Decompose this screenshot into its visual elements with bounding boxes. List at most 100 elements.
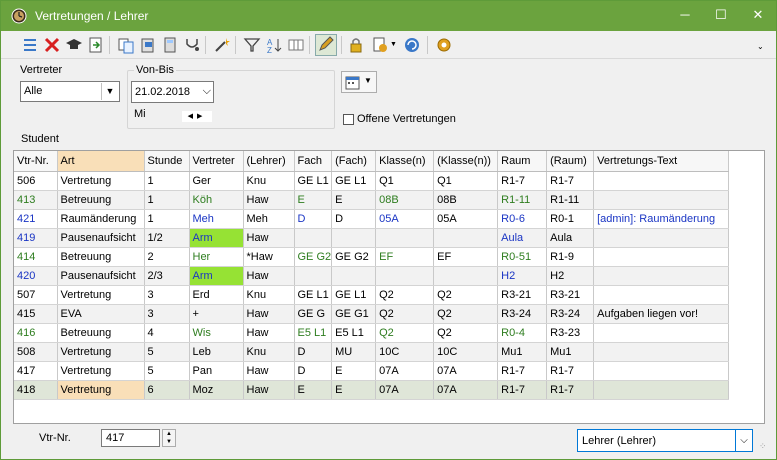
table-cell-raum[interactable]: H2 [497, 266, 548, 286]
date-nav-arrows[interactable]: ◀▶ [182, 111, 212, 122]
table-cell-vertreter[interactable]: Leb [189, 342, 244, 362]
table-cell-text[interactable] [593, 266, 730, 286]
table-cell-raum2[interactable]: Mu1 [546, 342, 595, 362]
table-cell-vertreter[interactable]: Köh [189, 190, 244, 210]
offene-vertretungen-checkbox[interactable] [343, 114, 354, 125]
table-cell-raum[interactable]: R0-51 [497, 247, 548, 267]
table-cell-stunde[interactable]: 1/2 [144, 228, 190, 248]
table-cell-stunde[interactable]: 3 [144, 285, 190, 305]
table-cell-klasse2[interactable]: 05A [433, 209, 499, 229]
table-cell-raum[interactable]: R1-7 [497, 361, 548, 381]
table-cell-klasse2[interactable]: 07A [433, 380, 499, 400]
column-header[interactable]: Klasse(n) [375, 151, 435, 172]
table-cell-vertreter[interactable]: Arm [189, 228, 244, 248]
table-cell-nr[interactable]: 508 [14, 342, 58, 362]
table-cell-fach2[interactable] [331, 228, 377, 248]
table-cell-stunde[interactable]: 2/3 [144, 266, 190, 286]
table-cell-lehrer[interactable]: Haw [243, 323, 295, 343]
table-cell-klasse2[interactable]: 10C [433, 342, 499, 362]
table-cell-vertreter[interactable]: Her [189, 247, 244, 267]
table-cell-stunde[interactable]: 1 [144, 190, 190, 210]
table-cell-vertreter[interactable]: Ger [189, 171, 244, 191]
table-cell-text[interactable] [593, 361, 730, 381]
close-button[interactable]: ✕ [740, 1, 776, 31]
table-cell-text[interactable]: Aufgaben liegen vor! [593, 304, 730, 324]
table-cell-fach2[interactable]: E [331, 190, 377, 210]
column-header[interactable]: (Klasse(n)) [433, 151, 499, 172]
table-row[interactable]: 419 Pausenaufsicht 1/2 Arm Haw Aula Aula [14, 228, 730, 248]
table-cell-fach2[interactable]: GE G2 [331, 247, 377, 267]
table-cell-lehrer[interactable]: Haw [243, 190, 295, 210]
table-cell-fach[interactable]: D [294, 361, 333, 381]
columns-icon[interactable] [287, 36, 305, 54]
chevron-down-icon[interactable]: ▼ [101, 83, 118, 100]
table-cell-raum2[interactable]: H2 [546, 266, 595, 286]
table-cell-text[interactable] [593, 171, 730, 191]
column-header[interactable]: Vtr-Nr. [14, 151, 58, 172]
table-cell-vertreter[interactable]: Moz [189, 380, 244, 400]
table-cell-raum2[interactable]: Aula [546, 228, 595, 248]
list-view-icon[interactable] [21, 36, 39, 54]
magic-wand-icon[interactable] [213, 36, 231, 54]
table-cell-vertreter[interactable]: Arm [189, 266, 244, 286]
table-cell-text[interactable] [593, 323, 730, 343]
table-cell-klasse2[interactable]: Q2 [433, 304, 499, 324]
copy-icon[interactable] [117, 36, 135, 54]
table-cell-fach2[interactable]: E5 L1 [331, 323, 377, 343]
table-cell-klasse2[interactable] [433, 266, 499, 286]
table-row[interactable]: 418 Vertretung 6 Moz Haw E E 07A 07A R1-7 R1-7 [14, 380, 730, 400]
date-picker[interactable]: 21.02.2018 ⌵ [131, 81, 214, 103]
delete-icon[interactable] [43, 36, 61, 54]
maximize-button[interactable]: ☐ [703, 1, 739, 31]
table-cell-raum[interactable]: R0-4 [497, 323, 548, 343]
table-cell-raum2[interactable]: R0-1 [546, 209, 595, 229]
table-cell-klasse[interactable] [375, 228, 435, 248]
table-cell-fach[interactable] [294, 266, 333, 286]
table-cell-nr[interactable]: 418 [14, 380, 58, 400]
table-cell-fach2[interactable]: GE G1 [331, 304, 377, 324]
table-cell-fach[interactable]: GE G2 [294, 247, 333, 267]
table-cell-lehrer[interactable]: *Haw [243, 247, 295, 267]
table-cell-text[interactable] [593, 247, 730, 267]
table-row[interactable]: 413 Betreuung 1 Köh Haw E E 08B 08B R1-11 R1-11 [14, 190, 730, 210]
table-cell-fach[interactable]: GE L1 [294, 285, 333, 305]
table-cell-raum[interactable]: Aula [497, 228, 548, 248]
table-cell-klasse[interactable]: Q2 [375, 304, 435, 324]
table-cell-stunde[interactable]: 6 [144, 380, 190, 400]
table-cell-art[interactable]: Raumänderung [57, 209, 145, 229]
table-cell-fach2[interactable]: E [331, 380, 377, 400]
table-cell-stunde[interactable]: 1 [144, 171, 190, 191]
table-cell-text[interactable] [593, 285, 730, 305]
table-cell-fach2[interactable]: D [331, 209, 377, 229]
table-cell-lehrer[interactable]: Knu [243, 342, 295, 362]
table-row[interactable]: 414 Betreuung 2 Her *Haw GE G2 GE G2 EF EF R0-51 R… [14, 247, 730, 267]
table-cell-klasse2[interactable]: Q2 [433, 285, 499, 305]
settings-document-icon[interactable] [371, 36, 389, 54]
graduation-cap-icon[interactable] [65, 36, 83, 54]
table-row[interactable]: 420 Pausenaufsicht 2/3 Arm Haw H2 H2 [14, 266, 730, 286]
table-cell-text[interactable] [593, 342, 730, 362]
table-cell-raum[interactable]: R1-7 [497, 380, 548, 400]
column-header[interactable]: Vertretungs-Text [593, 151, 730, 172]
vtr-nr-input[interactable]: 417 [101, 429, 160, 447]
dropdown-arrow-icon[interactable]: ▼ [364, 76, 372, 85]
table-cell-lehrer[interactable]: Knu [243, 285, 295, 305]
table-cell-fach2[interactable] [331, 266, 377, 286]
chevron-down-icon[interactable]: ⌵ [203, 85, 211, 98]
view-select[interactable]: Lehrer (Lehrer) ⌵ [577, 429, 753, 452]
table-cell-klasse2[interactable]: Q2 [433, 323, 499, 343]
table-cell-vertreter[interactable]: Meh [189, 209, 244, 229]
table-cell-art[interactable]: Vertretung [57, 285, 145, 305]
refresh-icon[interactable] [403, 36, 421, 54]
calculator-icon[interactable] [161, 36, 179, 54]
table-cell-klasse2[interactable]: Q1 [433, 171, 499, 191]
table-cell-stunde[interactable]: 3 [144, 304, 190, 324]
table-cell-raum[interactable]: R1-11 [497, 190, 548, 210]
table-cell-lehrer[interactable]: Meh [243, 209, 295, 229]
table-cell-klasse[interactable]: Q1 [375, 171, 435, 191]
lock-icon[interactable] [347, 36, 365, 54]
table-cell-text[interactable] [593, 190, 730, 210]
table-cell-art[interactable]: Vertretung [57, 380, 145, 400]
table-cell-nr[interactable]: 421 [14, 209, 58, 229]
table-cell-lehrer[interactable]: Knu [243, 171, 295, 191]
